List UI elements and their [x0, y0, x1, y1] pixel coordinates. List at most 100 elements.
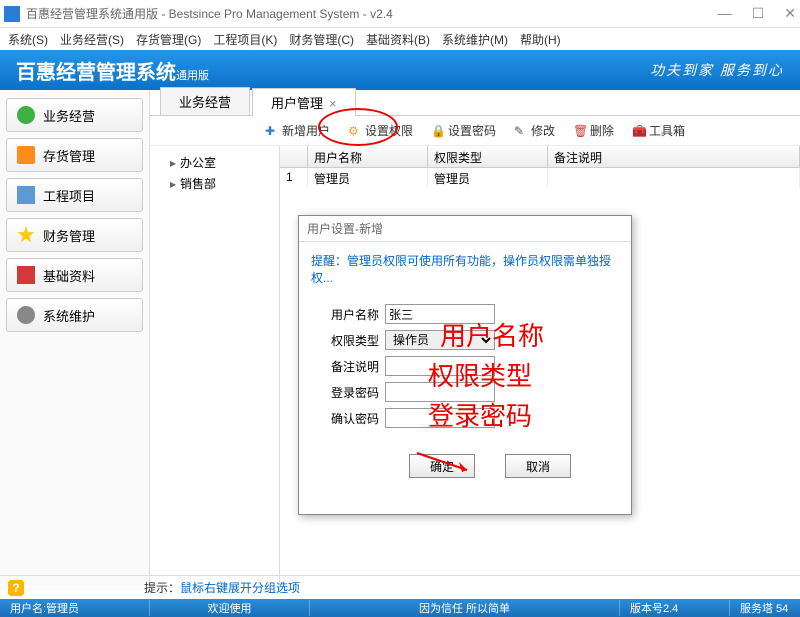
status-welcome: 欢迎使用	[150, 600, 310, 616]
add-user-button[interactable]: ✚新增用户	[265, 122, 330, 139]
star-icon	[17, 226, 35, 244]
gear-icon	[17, 306, 35, 324]
status-motto: 因为信任 所以简单	[310, 600, 620, 616]
tab-label: 用户管理	[271, 96, 323, 111]
plus-icon: ✚	[265, 124, 279, 138]
menu-maintain[interactable]: 系统维护(M)	[442, 31, 508, 48]
check-icon	[17, 106, 35, 124]
password-input[interactable]	[385, 382, 495, 402]
lock-icon: 🔒	[431, 124, 445, 138]
tool-label: 修改	[531, 122, 555, 139]
confirm-password-input[interactable]	[385, 408, 495, 428]
maximize-button[interactable]: ☐	[752, 5, 765, 22]
sidebar: 业务经营 存货管理 工程项目 财务管理 基础资料 系统维护	[0, 90, 150, 590]
book-icon	[17, 266, 35, 284]
menu-business[interactable]: 业务经营(S)	[60, 31, 124, 48]
sidebar-item-label: 系统维护	[43, 306, 95, 325]
menu-finance[interactable]: 财务管理(C)	[289, 31, 354, 48]
logo-main: 百惠经营管理系统	[16, 62, 176, 84]
tool-label: 设置密码	[448, 122, 496, 139]
note-label: 备注说明	[319, 358, 379, 375]
cell-name: 管理员	[308, 168, 428, 188]
sidebar-item-label: 存货管理	[43, 146, 95, 165]
delete-button[interactable]: 🗑删除	[573, 122, 614, 139]
logo-sub: 通用版	[176, 70, 209, 82]
slogan: 功夫到家 服务到心	[650, 60, 784, 80]
question-icon[interactable]: ?	[8, 580, 24, 596]
trash-icon: 🗑	[573, 124, 587, 138]
tool-label: 工具箱	[649, 122, 685, 139]
set-password-button[interactable]: 🔒设置密码	[431, 122, 496, 139]
sidebar-item-business[interactable]: 业务经营	[6, 98, 143, 132]
username-input[interactable]	[385, 304, 495, 324]
col-note: 备注说明	[548, 146, 800, 167]
toolbox-button[interactable]: 🧰工具箱	[632, 122, 685, 139]
sidebar-item-label: 业务经营	[43, 106, 95, 125]
sidebar-item-maintain[interactable]: 系统维护	[6, 298, 143, 332]
col-role: 权限类型	[428, 146, 548, 167]
window-titlebar: 百惠经营管理系统通用版 - Bestsince Pro Management S…	[0, 0, 800, 28]
tool-label: 删除	[590, 122, 614, 139]
toolbar: ✚新增用户 ⚙设置权限 🔒设置密码 ✎修改 🗑删除 🧰工具箱	[150, 116, 800, 146]
col-username: 用户名称	[308, 146, 428, 167]
sidebar-item-label: 基础资料	[43, 266, 95, 285]
status-version: 版本号2.4	[620, 600, 730, 616]
dialog-title: 用户设置-新增	[299, 216, 631, 242]
cell-note	[548, 168, 800, 188]
hint-text: 鼠标右键展开分组选项	[180, 579, 300, 596]
hint-label: 提示：	[144, 579, 180, 596]
department-tree: 办公室 销售部	[150, 146, 280, 590]
status-bar: 用户名:管理员 欢迎使用 因为信任 所以简单 版本号2.4 服务塔 54	[0, 599, 800, 617]
tab-business[interactable]: 业务经营	[160, 87, 250, 115]
note-input[interactable]	[385, 356, 495, 376]
dialog-tip: 提醒：管理员权限可使用所有功能，操作员权限需单独授权...	[299, 242, 631, 296]
role-select[interactable]: 操作员	[385, 330, 495, 350]
logo: 百惠经营管理系统通用版	[16, 56, 209, 85]
menu-system[interactable]: 系统(S)	[8, 31, 48, 48]
menu-help[interactable]: 帮助(H)	[520, 31, 561, 48]
sidebar-item-finance[interactable]: 财务管理	[6, 218, 143, 252]
username-label: 用户名称	[319, 306, 379, 323]
tree-item-office[interactable]: 办公室	[156, 152, 273, 173]
tabs: 业务经营 用户管理 ×	[150, 90, 800, 116]
tab-usermgmt[interactable]: 用户管理 ×	[252, 88, 356, 116]
grid-header: 用户名称 权限类型 备注说明	[280, 146, 800, 168]
cancel-button[interactable]: 取消	[505, 454, 571, 478]
app-icon	[4, 6, 20, 22]
status-server: 服务塔 54	[730, 600, 800, 616]
status-user: 用户名:管理员	[0, 600, 150, 616]
tool-label: 新增用户	[282, 122, 330, 139]
menubar: 系统(S) 业务经营(S) 存货管理(G) 工程项目(K) 财务管理(C) 基础…	[0, 28, 800, 50]
minimize-button[interactable]: —	[718, 5, 732, 22]
cell-role: 管理员	[428, 168, 548, 188]
menu-basedata[interactable]: 基础资料(B)	[366, 31, 430, 48]
sidebar-item-basedata[interactable]: 基础资料	[6, 258, 143, 292]
table-row[interactable]: 1 管理员 管理员	[280, 168, 800, 188]
toolbox-icon: 🧰	[632, 124, 646, 138]
pencil-icon: ✎	[514, 124, 528, 138]
close-icon[interactable]: ×	[329, 96, 337, 111]
hint-bar: ? 提示： 鼠标右键展开分组选项	[0, 575, 800, 599]
ok-button[interactable]: 确定	[409, 454, 475, 478]
set-permission-button[interactable]: ⚙设置权限	[348, 122, 413, 139]
sidebar-item-inventory[interactable]: 存货管理	[6, 138, 143, 172]
window-title: 百惠经营管理系统通用版 - Bestsince Pro Management S…	[26, 5, 718, 22]
role-label: 权限类型	[319, 332, 379, 349]
close-button[interactable]: ✕	[784, 5, 796, 22]
sidebar-item-project[interactable]: 工程项目	[6, 178, 143, 212]
tree-item-sales[interactable]: 销售部	[156, 173, 273, 194]
cell-num: 1	[280, 168, 308, 188]
menu-inventory[interactable]: 存货管理(G)	[136, 31, 201, 48]
password-label: 登录密码	[319, 384, 379, 401]
sidebar-item-label: 财务管理	[43, 226, 95, 245]
banner: 百惠经营管理系统通用版 功夫到家 服务到心	[0, 50, 800, 90]
tool-label: 设置权限	[365, 122, 413, 139]
menu-project[interactable]: 工程项目(K)	[213, 31, 277, 48]
confirm-password-label: 确认密码	[319, 410, 379, 427]
house-icon	[17, 146, 35, 164]
user-add-dialog: 用户设置-新增 提醒：管理员权限可使用所有功能，操作员权限需单独授权... 用户…	[298, 215, 632, 515]
sidebar-item-label: 工程项目	[43, 186, 95, 205]
edit-button[interactable]: ✎修改	[514, 122, 555, 139]
col-num	[280, 146, 308, 167]
building-icon	[17, 186, 35, 204]
